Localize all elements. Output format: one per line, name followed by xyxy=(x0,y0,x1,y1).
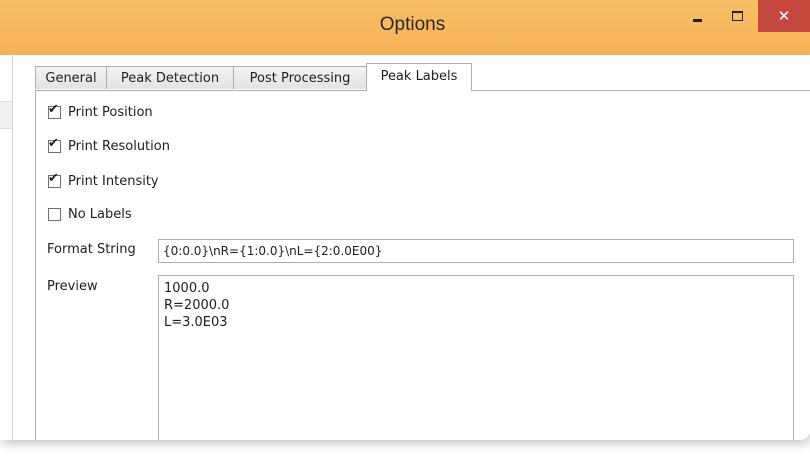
print-position-label: Print Position xyxy=(68,105,153,120)
checkmark-icon: ✔ xyxy=(48,102,59,117)
no-labels-label: No Labels xyxy=(68,207,132,222)
checkmark-icon: ✔ xyxy=(48,136,59,151)
no-labels-option[interactable]: No Labels xyxy=(48,207,132,222)
print-intensity-label: Print Intensity xyxy=(68,174,159,189)
close-icon: ✕ xyxy=(777,6,791,25)
maximize-icon xyxy=(731,11,743,21)
peak-labels-panel: ✔ Print Position ✔ Print Resolution ✔ Pr… xyxy=(35,90,810,440)
format-string-input[interactable]: {0:0.0}\nR={1:0.0}\nL={2:0.0E00} xyxy=(158,239,794,263)
preview-line: R=2000.0 xyxy=(164,298,230,313)
minimize-button[interactable] xyxy=(683,0,711,32)
tab-peak-detection[interactable]: Peak Detection xyxy=(106,66,234,89)
no-labels-checkbox[interactable] xyxy=(48,208,61,221)
maximize-button[interactable] xyxy=(723,0,751,32)
preview-line: 1000.0 xyxy=(164,281,210,296)
tab-general[interactable]: General xyxy=(35,66,107,89)
preview-label: Preview xyxy=(47,279,98,294)
tab-post-processing[interactable]: Post Processing xyxy=(233,66,367,89)
checkmark-icon: ✔ xyxy=(48,171,59,186)
print-intensity-option[interactable]: ✔ Print Intensity xyxy=(48,171,159,189)
close-button[interactable]: ✕ xyxy=(758,0,810,32)
preview-box[interactable]: 1000.0 R=2000.0 L=3.0E03 xyxy=(158,275,794,440)
print-position-checkbox[interactable]: ✔ xyxy=(48,102,61,119)
tab-peak-labels[interactable]: Peak Labels xyxy=(366,63,472,91)
preview-line: L=3.0E03 xyxy=(164,315,228,330)
left-pane-item[interactable] xyxy=(0,101,12,129)
print-resolution-checkbox[interactable]: ✔ xyxy=(48,136,61,153)
print-resolution-option[interactable]: ✔ Print Resolution xyxy=(48,136,170,154)
left-pane xyxy=(0,55,13,440)
options-window: Options ✕ General Peak Detection Post Pr… xyxy=(0,0,810,440)
print-position-option[interactable]: ✔ Print Position xyxy=(48,102,153,120)
print-resolution-label: Print Resolution xyxy=(68,139,170,154)
minimize-icon xyxy=(692,18,702,22)
print-intensity-checkbox[interactable]: ✔ xyxy=(48,171,61,188)
title-bar[interactable]: Options ✕ xyxy=(0,0,810,55)
format-string-label: Format String xyxy=(47,242,136,257)
